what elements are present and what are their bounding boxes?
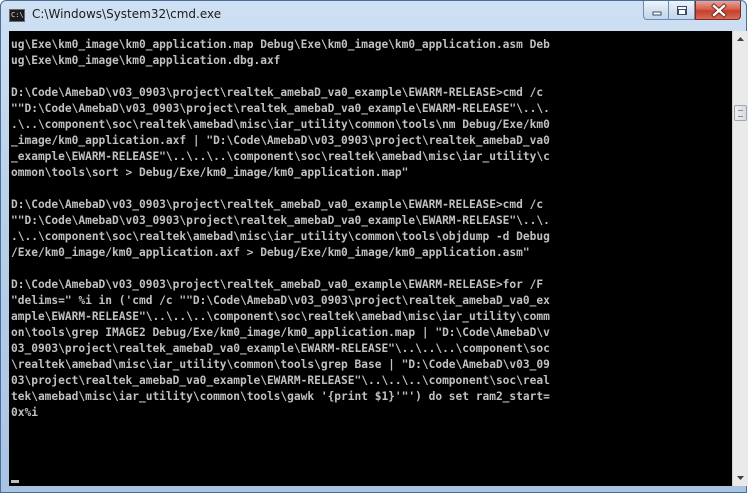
console-line: ug\Exe\km0_image\km0_application.map Deb…: [11, 38, 550, 51]
console-line: /Exe/km0_image/km0_application.axf > Deb…: [11, 246, 530, 259]
console-line: ample\EWARM-RELEASE"\..\..\..\component\…: [11, 310, 550, 323]
console-line: D:\Code\AmebaD\v03_0903\project\realtek_…: [11, 198, 544, 211]
console-line: D:\Code\AmebaD\v03_0903\project\realtek_…: [11, 278, 544, 291]
console-line: _example\EWARM-RELEASE"\..\..\..\compone…: [11, 150, 550, 163]
console-line: ""D:\Code\AmebaD\v03_0903\project\realte…: [11, 214, 550, 227]
console-line: 03_0903\project\realtek_amebaD_va0_examp…: [11, 342, 550, 355]
console-line: ""D:\Code\AmebaD\v03_0903\project\realte…: [11, 102, 550, 115]
close-button[interactable]: [695, 1, 741, 20]
console-line: \realtek\amebad\misc\iar_utility\common\…: [11, 358, 550, 371]
console-line: ug\Exe\km0_image\km0_application.dbg.axf: [11, 54, 281, 67]
console-line: tek\amebad\misc\iar_utility\common\tools…: [11, 390, 550, 403]
maximize-button[interactable]: [669, 1, 695, 20]
maximize-icon: [677, 6, 687, 15]
scroll-down-arrow-icon: [737, 476, 744, 480]
title-bar[interactable]: C:\ C:\Windows\System32\cmd.exe: [1, 1, 746, 31]
cmd-window: C:\ C:\Windows\System32\cmd.exe ug\Exe\k…: [0, 0, 748, 493]
scrollbar-thumb[interactable]: [734, 105, 747, 121]
console-line: ommon\tools\sort > Debug/Exe/km0_image/k…: [11, 166, 409, 179]
text-cursor: [11, 480, 19, 483]
cmd-icon[interactable]: C:\: [9, 9, 25, 22]
scroll-up-arrow-icon: [737, 37, 744, 41]
scroll-up-button[interactable]: [733, 31, 748, 47]
console-line: 03\project\realtek_amebaD_va0_example\EW…: [11, 374, 550, 387]
console-output[interactable]: ug\Exe\km0_image\km0_application.map Deb…: [9, 31, 732, 486]
console-line: _image/km0_application.axf | "D:\Code\Am…: [11, 134, 550, 147]
minimize-icon: [652, 11, 662, 16]
window-title: C:\Windows\System32\cmd.exe: [32, 7, 222, 21]
console-line: "delims=" %i in ('cmd /c ""D:\Code\Ameba…: [11, 294, 550, 307]
vertical-scrollbar[interactable]: [732, 31, 748, 486]
console-text: ug\Exe\km0_image\km0_application.map Deb…: [11, 37, 550, 421]
console-line: 0x%i: [11, 406, 38, 419]
console-line: .\..\component\soc\realtek\amebad\misc\i…: [11, 118, 550, 131]
console-line: D:\Code\AmebaD\v03_0903\project\realtek_…: [11, 86, 544, 99]
minimize-button[interactable]: [643, 1, 669, 20]
console-line: on\tools\grep IMAGE2 Debug/Exe/km0_image…: [11, 326, 550, 339]
scroll-down-button[interactable]: [733, 470, 748, 486]
console-line: .\..\component\soc\realtek\amebad\misc\i…: [11, 230, 550, 243]
close-icon: [711, 3, 727, 18]
